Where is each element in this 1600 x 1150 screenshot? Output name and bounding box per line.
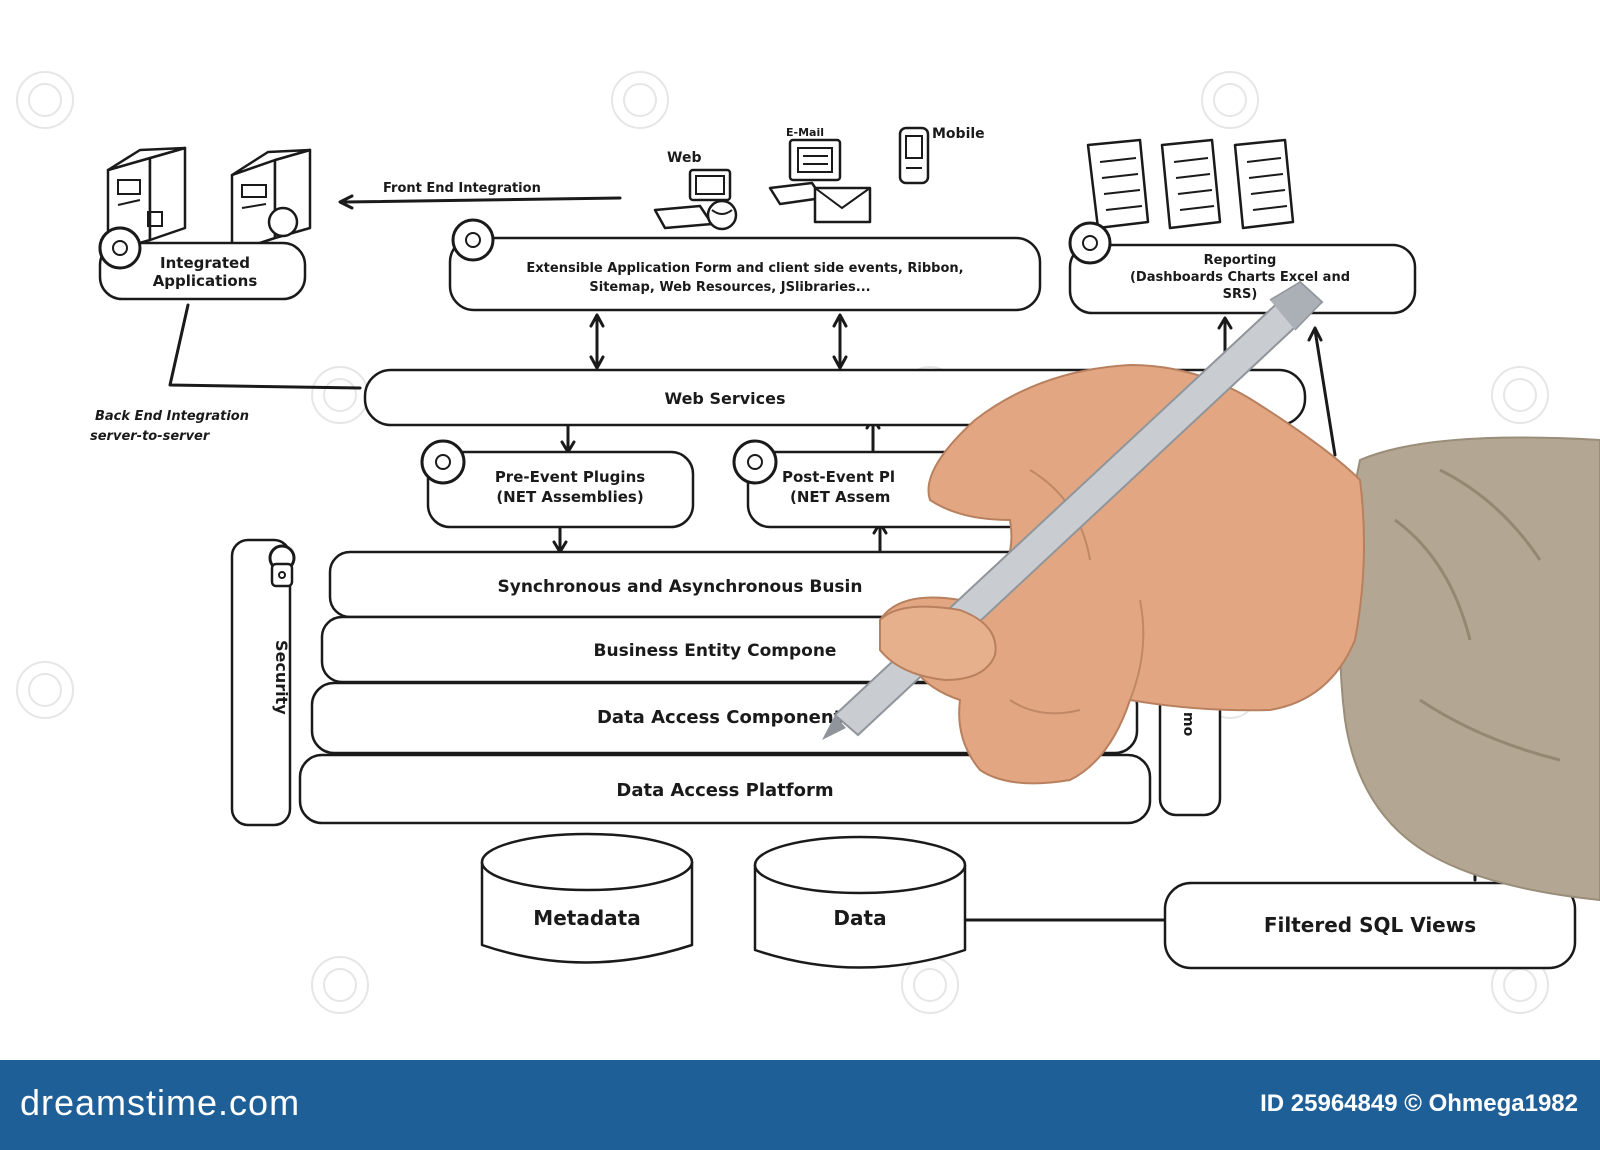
email-client-icon <box>768 138 872 224</box>
reporting-line2: (Dashboards Charts Excel and <box>1130 270 1350 285</box>
extensible-application-line1: Extensible Application Form and client s… <box>526 261 963 276</box>
metadata-label: Metadata <box>533 906 640 930</box>
architecture-diagram: Integrated Applications Front End Integr… <box>16 71 1600 1014</box>
mobile-phone-icon <box>898 126 930 185</box>
data-label: Data <box>833 906 886 930</box>
server-icons <box>106 146 312 254</box>
data-cylinder <box>753 835 967 969</box>
back-end-integration-line2: server-to-server <box>90 429 211 444</box>
metadata-cylinder <box>480 832 694 964</box>
integrated-applications-line2: Applications <box>153 272 258 290</box>
post-event-plugins-line2: (NET Assem <box>790 488 890 506</box>
reporting-line3: SRS) <box>1223 287 1258 302</box>
sync-async-business-label: Synchronous and Asynchronous Busin <box>498 577 863 597</box>
web-label: Web <box>667 150 701 166</box>
back-end-integration-line <box>168 303 362 390</box>
front-end-integration-label: Front End Integration <box>383 181 541 196</box>
extensible-application-line2: Sitemap, Web Resources, JSlibraries... <box>589 280 870 295</box>
filtered-sql-views-label: Filtered SQL Views <box>1264 913 1476 937</box>
image-credit: ID 25964849 © Ohmega1982 <box>1260 1090 1578 1117</box>
gear-icon <box>420 439 466 485</box>
email-label: E-Mail <box>786 126 824 139</box>
watermark-brand: dreamstime.com <box>20 1082 301 1123</box>
report-documents-icon <box>1086 138 1295 230</box>
gear-icon <box>732 439 778 485</box>
business-entity-label: Business Entity Compone <box>594 641 837 661</box>
pre-event-plugins-line1: Pre-Event Plugins <box>495 468 645 486</box>
security-label: Security <box>272 640 291 715</box>
reporting-line1: Reporting <box>1204 253 1277 268</box>
post-event-plugins-line1: Post-Event Pl <box>782 468 895 486</box>
integrated-applications-line1: Integrated <box>160 254 250 272</box>
front-end-integration-arrow <box>343 196 622 204</box>
gear-icon <box>451 218 495 262</box>
gear-icon <box>1068 221 1112 265</box>
back-end-integration-line1: Back End Integration <box>95 409 249 424</box>
web-services-label: Web Services <box>665 389 786 408</box>
stock-photo-footer: dreamstime.com ID 25964849 © Ohmega1982 <box>0 1060 1600 1150</box>
padlock-icon <box>268 544 296 588</box>
side-column-partial-label: mo <box>1180 712 1196 737</box>
pre-event-plugins-line2: (NET Assemblies) <box>496 488 643 506</box>
mobile-label: Mobile <box>932 126 985 142</box>
data-access-platform-label: Data Access Platform <box>616 780 833 801</box>
data-access-components-label: Data Access Components <box>597 707 853 728</box>
web-client-icon <box>653 168 738 231</box>
